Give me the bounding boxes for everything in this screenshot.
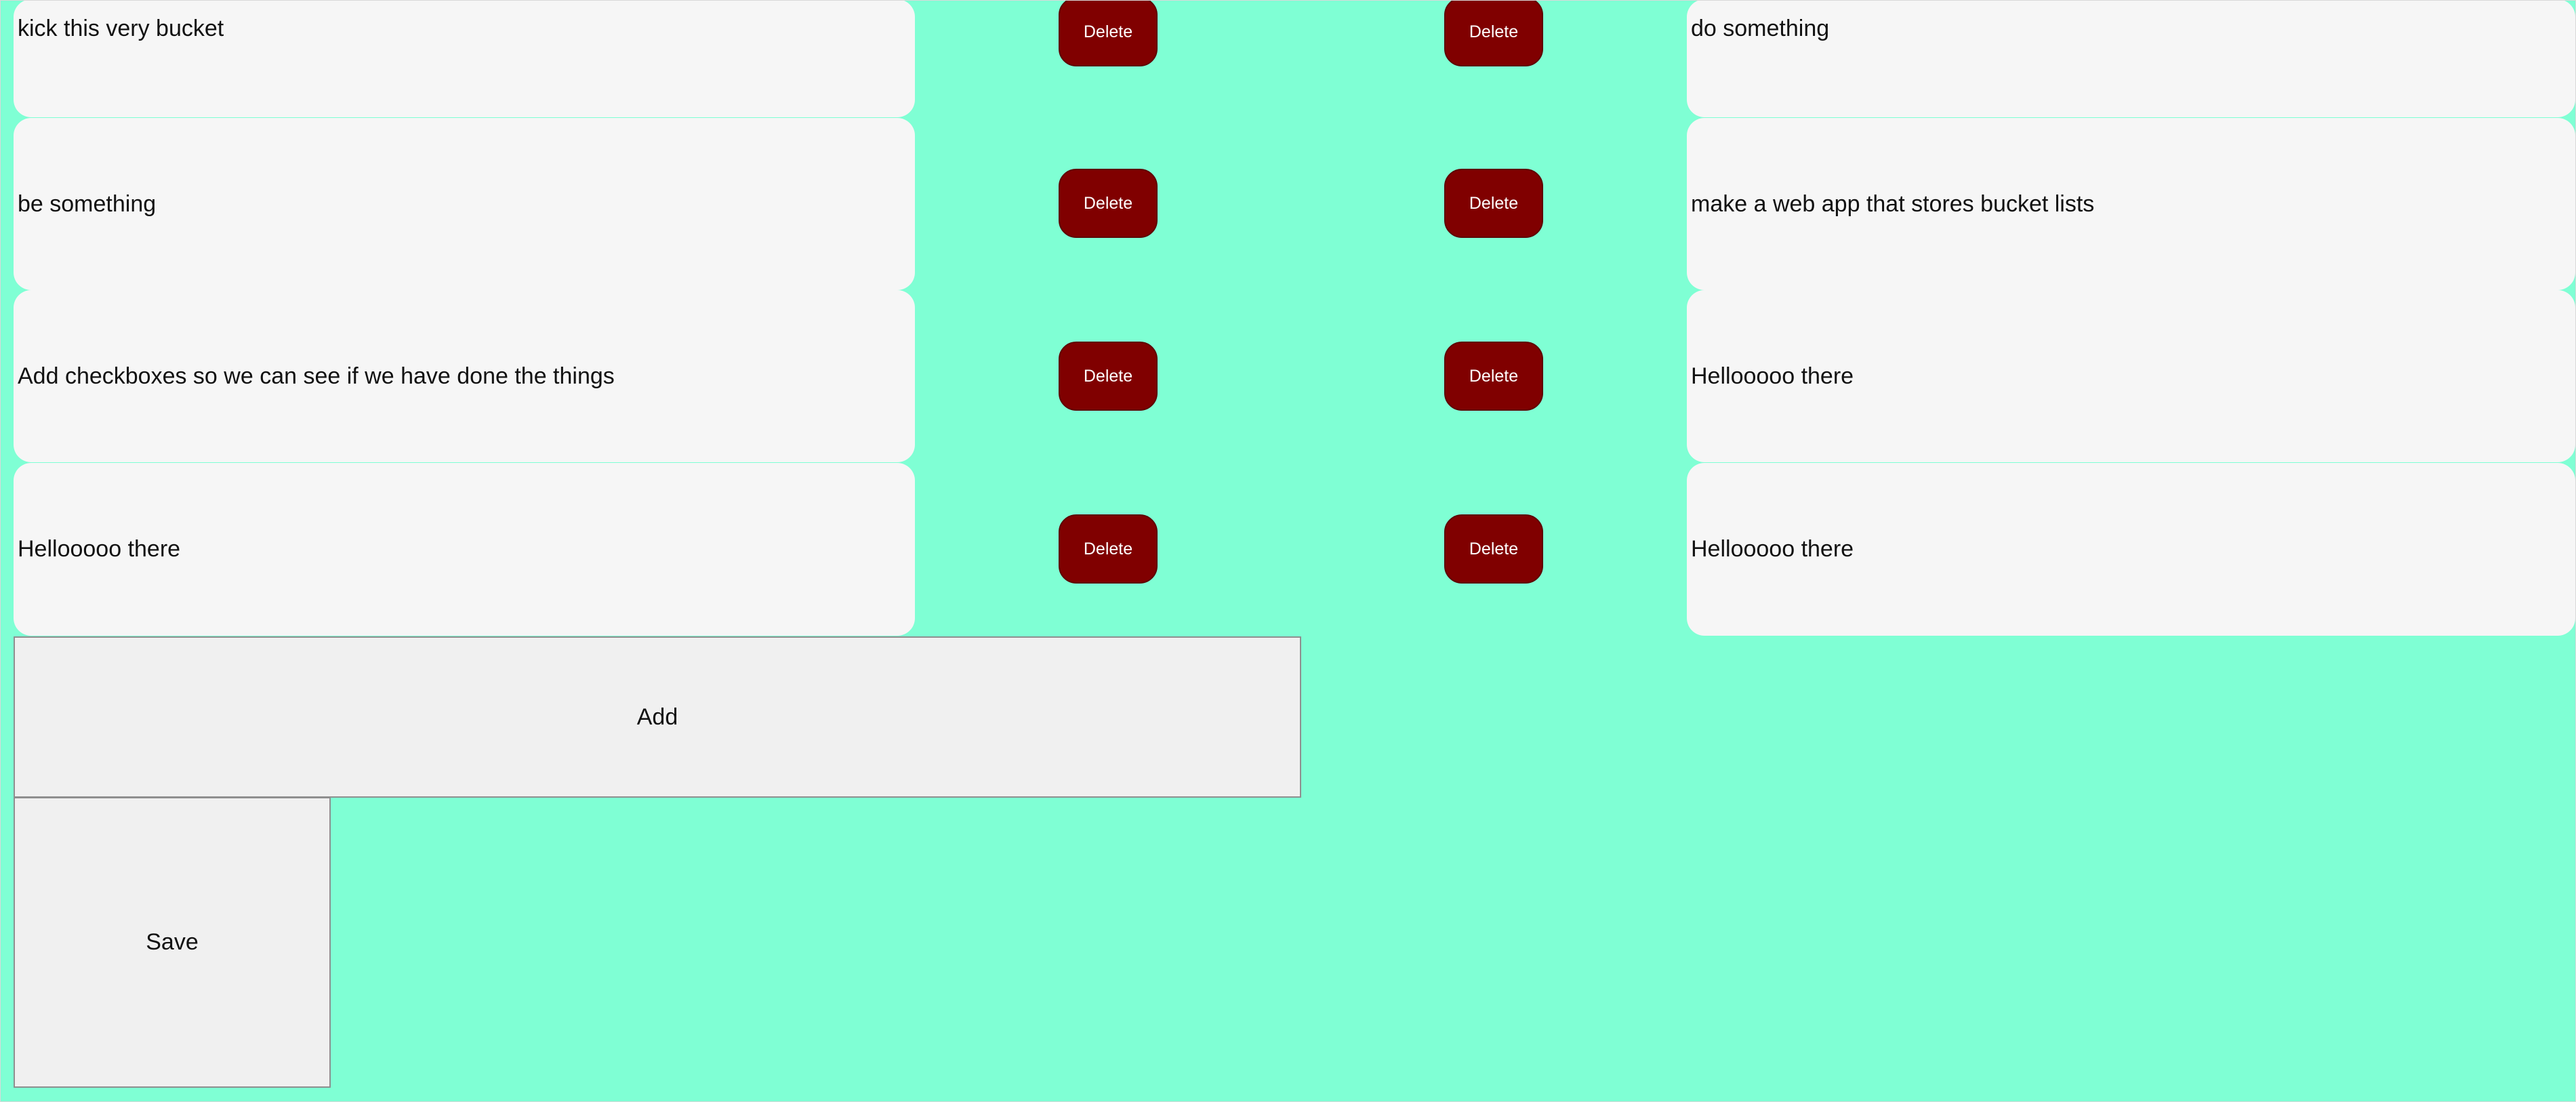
bucket-item-text: Hellooooo there xyxy=(18,536,181,562)
bucket-item-left-1[interactable]: kick this very bucket xyxy=(14,1,915,117)
bucket-item-text: Hellooooo there xyxy=(1691,536,1854,562)
bucket-list-app: kick this very bucket Delete Delete do s… xyxy=(0,0,2576,1102)
delete-button-right-1[interactable]: Delete xyxy=(1444,1,1543,66)
add-button[interactable]: Add xyxy=(14,636,1301,798)
bucket-item-text: be something xyxy=(18,190,157,217)
delete-button-left-3[interactable]: Delete xyxy=(1059,342,1158,411)
delete-button-left-4[interactable]: Delete xyxy=(1059,514,1158,584)
bucket-item-left-3[interactable]: Add checkboxes so we can see if we have … xyxy=(14,290,915,462)
bucket-item-text: kick this very bucket xyxy=(18,16,224,41)
delete-button-right-3[interactable]: Delete xyxy=(1444,342,1543,411)
save-button[interactable]: Save xyxy=(14,797,331,1088)
delete-button-right-4[interactable]: Delete xyxy=(1444,514,1543,584)
delete-button-left-1[interactable]: Delete xyxy=(1059,1,1158,66)
bucket-item-right-4[interactable]: Hellooooo there xyxy=(1687,463,2575,636)
bucket-item-left-4[interactable]: Hellooooo there xyxy=(14,463,915,636)
bucket-item-text: make a web app that stores bucket lists xyxy=(1691,190,2095,217)
bucket-item-text: Hellooooo there xyxy=(1691,363,1854,389)
bucket-item-right-3[interactable]: Hellooooo there xyxy=(1687,290,2575,462)
bucket-item-text: Add checkboxes so we can see if we have … xyxy=(18,363,615,389)
bucket-item-left-2[interactable]: be something xyxy=(14,118,915,290)
delete-button-right-2[interactable]: Delete xyxy=(1444,169,1543,238)
bucket-item-text: do something xyxy=(1691,16,1830,41)
delete-button-left-2[interactable]: Delete xyxy=(1059,169,1158,238)
bucket-item-right-2[interactable]: make a web app that stores bucket lists xyxy=(1687,118,2575,290)
bucket-item-right-1[interactable]: do something xyxy=(1687,1,2575,117)
